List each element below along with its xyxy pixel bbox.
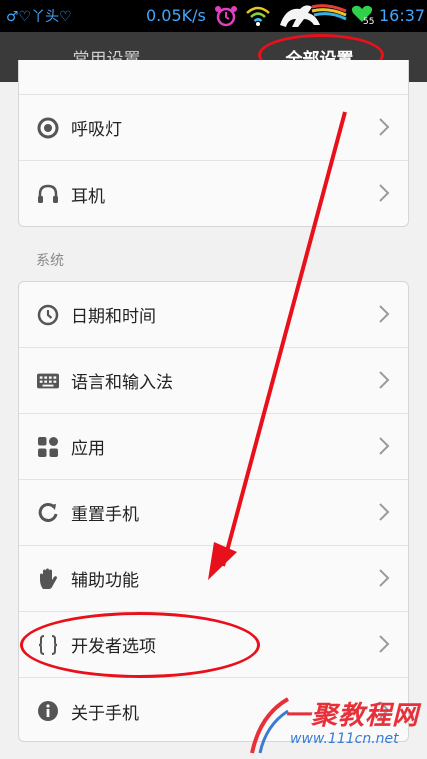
chevron-right-icon	[379, 437, 390, 455]
clock-time: 16:37	[379, 6, 426, 25]
list-item-label: 语言和输入法	[71, 373, 173, 393]
network-speed: 0.05K/s	[146, 6, 206, 25]
list-item-breathing-light[interactable]: 呼吸灯	[19, 95, 408, 161]
watermark-title: 一聚教程网	[284, 701, 420, 731]
list-item-date-time[interactable]: 日期和时间	[19, 282, 408, 348]
list-item-headphones[interactable]: 耳机	[19, 161, 408, 226]
breathing-light-icon	[37, 117, 59, 139]
list-item-reset-phone[interactable]: 重置手机	[19, 480, 408, 546]
display-settings-group: 呼吸灯 耳机	[18, 60, 409, 227]
list-item-label: 应用	[71, 439, 105, 459]
list-item-label: 关于手机	[71, 703, 139, 724]
wifi-icon	[246, 6, 270, 26]
annotation-circle-developer-options	[20, 612, 260, 678]
list-item-label: 呼吸灯	[71, 120, 122, 140]
site-watermark: 一聚教程网 www.111cn.net	[250, 693, 425, 757]
list-item-apps[interactable]: 应用	[19, 414, 408, 480]
chevron-right-icon	[379, 305, 390, 323]
list-item-accessibility[interactable]: 辅助功能	[19, 546, 408, 612]
chevron-right-icon	[379, 569, 390, 587]
hand-icon	[37, 568, 59, 590]
reset-icon	[37, 502, 59, 524]
section-title-system: 系统	[36, 253, 64, 269]
chevron-right-icon	[379, 184, 390, 202]
partial-row	[19, 60, 408, 95]
battery-level: 55	[363, 17, 375, 27]
chevron-right-icon	[379, 371, 390, 389]
apps-icon	[37, 436, 59, 458]
keyboard-icon	[37, 370, 59, 392]
headphones-icon	[37, 183, 59, 205]
info-icon	[37, 700, 59, 722]
list-item-label: 辅助功能	[71, 571, 139, 591]
chevron-right-icon	[379, 118, 390, 136]
clock-icon	[37, 304, 59, 326]
alarm-icon	[215, 6, 237, 27]
chevron-right-icon	[379, 503, 390, 521]
list-item-language-input[interactable]: 语言和输入法	[19, 348, 408, 414]
horse-logo-icon	[280, 4, 347, 27]
list-item-label: 重置手机	[71, 505, 139, 525]
chevron-right-icon	[379, 635, 390, 653]
list-item-label: 耳机	[71, 186, 105, 207]
watermark-url: www.111cn.net	[290, 731, 399, 747]
status-left-text: ♂♡丫头♡	[6, 9, 72, 25]
list-item-label: 日期和时间	[71, 307, 156, 327]
status-bar: ♂♡丫头♡ 0.05K/s 55 16:37	[0, 0, 427, 32]
